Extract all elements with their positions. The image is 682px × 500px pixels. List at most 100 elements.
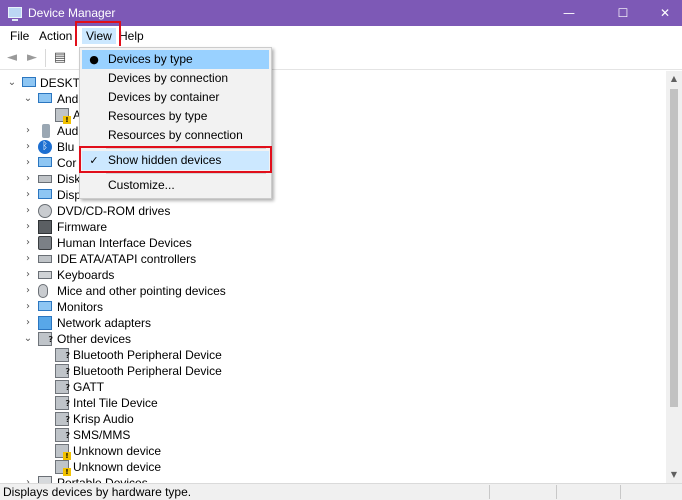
- tree-item-label: Disk: [57, 172, 81, 186]
- tree-item-label: Unknown device: [73, 444, 162, 458]
- chevron-right-icon[interactable]: ›: [23, 123, 33, 139]
- tree-category-dvd[interactable]: › DVD/CD-ROM drives: [0, 203, 300, 219]
- properties-icon[interactable]: ▤: [52, 50, 68, 66]
- minimize-button[interactable]: —: [546, 0, 592, 26]
- checkmark-icon: ✓: [89, 154, 99, 167]
- menu-option-resources-by-connection[interactable]: Resources by connection: [82, 126, 269, 145]
- tree-other-item[interactable]: GATT: [0, 379, 300, 396]
- chevron-right-icon[interactable]: ›: [23, 475, 33, 483]
- menu-option-label: Devices by connection: [108, 71, 229, 85]
- menu-option-devices-by-connection[interactable]: Devices by connection: [82, 69, 269, 88]
- scroll-down-icon[interactable]: ▼: [666, 467, 682, 483]
- tree-category-monitors[interactable]: › Monitors: [0, 299, 300, 315]
- tree-item-label: Mice and other pointing devices: [57, 284, 226, 298]
- audio-icon: [42, 124, 50, 138]
- chevron-right-icon[interactable]: ›: [23, 235, 33, 251]
- chevron-right-icon[interactable]: ›: [23, 187, 33, 203]
- maximize-button[interactable]: ☐: [600, 0, 646, 26]
- scroll-up-icon[interactable]: ▲: [666, 71, 682, 87]
- tree-category-other[interactable]: ⌄ Other devices: [0, 331, 300, 348]
- unknown-device-icon: [55, 412, 70, 428]
- tree-item-label: Aud: [57, 124, 79, 138]
- device-manager-icon: [8, 7, 22, 21]
- chevron-right-icon[interactable]: ›: [23, 251, 33, 267]
- back-arrow-icon[interactable]: ◄: [4, 50, 20, 66]
- tree-other-item[interactable]: Krisp Audio: [0, 411, 300, 428]
- tree-item-label: Other devices: [57, 332, 132, 346]
- tree-item-label: IDE ATA/ATAPI controllers: [57, 252, 197, 266]
- chevron-right-icon[interactable]: ›: [23, 171, 33, 187]
- tree-category-portable[interactable]: › Portable Devices: [0, 475, 300, 483]
- tree-category-ide[interactable]: › IDE ATA/ATAPI controllers: [0, 251, 300, 267]
- radio-selected-icon: ●: [89, 53, 99, 66]
- scrollbar-thumb[interactable]: [670, 89, 678, 407]
- portable-device-icon: [38, 476, 52, 483]
- tree-item-label: Firmware: [57, 220, 107, 234]
- tree-category-firmware[interactable]: › Firmware: [0, 219, 300, 235]
- tree-item-label: Bluetooth Peripheral Device: [73, 348, 222, 362]
- chevron-right-icon[interactable]: ›: [23, 139, 33, 155]
- tree-category-network[interactable]: › Network adapters: [0, 315, 300, 331]
- menu-view[interactable]: View: [82, 28, 116, 44]
- menu-option-label: Devices by type: [108, 52, 193, 66]
- tree-other-item[interactable]: Intel Tile Device: [0, 395, 300, 412]
- menu-option-label: Resources by connection: [108, 128, 243, 142]
- mouse-icon: [38, 284, 48, 298]
- menu-option-label: Resources by type: [108, 109, 208, 123]
- menu-option-label: Show hidden devices: [108, 153, 222, 167]
- tree-other-item[interactable]: Unknown device: [0, 443, 300, 460]
- menu-separator: [106, 173, 266, 174]
- network-adapter-icon: [38, 316, 52, 330]
- dvd-drive-icon: [38, 204, 52, 218]
- menu-option-show-hidden-devices[interactable]: ✓ Show hidden devices: [82, 151, 269, 170]
- menu-help[interactable]: Help: [115, 28, 148, 44]
- keyboard-icon: [38, 271, 52, 279]
- chevron-right-icon[interactable]: ›: [23, 203, 33, 219]
- menu-option-label: Devices by container: [108, 90, 220, 104]
- chevron-right-icon[interactable]: ›: [23, 219, 33, 235]
- menu-option-customize[interactable]: Customize...: [82, 176, 269, 195]
- status-separator: [556, 485, 557, 499]
- tree-item-label: DVD/CD-ROM drives: [57, 204, 171, 218]
- tree-item-label: Intel Tile Device: [73, 396, 158, 410]
- tree-item-label: Portable Devices: [57, 476, 148, 483]
- tree-category-mice[interactable]: › Mice and other pointing devices: [0, 283, 300, 299]
- menu-option-devices-by-type[interactable]: ● Devices by type: [82, 50, 269, 69]
- chevron-right-icon[interactable]: ›: [23, 315, 33, 331]
- menu-option-devices-by-container[interactable]: Devices by container: [82, 88, 269, 107]
- tree-category-keyboards[interactable]: › Keyboards: [0, 267, 300, 283]
- unknown-device-icon: [55, 364, 70, 380]
- tree-other-item[interactable]: Bluetooth Peripheral Device: [0, 363, 300, 380]
- forward-arrow-icon[interactable]: ►: [24, 50, 40, 66]
- chevron-down-icon[interactable]: ⌄: [23, 331, 33, 347]
- menu-file[interactable]: File: [6, 28, 33, 44]
- monitor-icon: [38, 301, 52, 311]
- chevron-right-icon[interactable]: ›: [23, 283, 33, 299]
- chevron-right-icon[interactable]: ›: [23, 299, 33, 315]
- tree-item-label: GATT: [73, 380, 105, 394]
- tree-other-item[interactable]: Bluetooth Peripheral Device: [0, 347, 300, 364]
- unknown-device-icon: [55, 396, 70, 412]
- warning-device-icon: [55, 108, 71, 124]
- tree-category-hid[interactable]: › Human Interface Devices: [0, 235, 300, 251]
- tree-other-item[interactable]: Unknown device: [0, 459, 300, 476]
- unknown-device-icon: [55, 428, 70, 444]
- chevron-down-icon[interactable]: ⌄: [23, 91, 33, 107]
- chevron-down-icon[interactable]: ⌄: [7, 75, 17, 91]
- menu-action[interactable]: Action: [35, 28, 76, 44]
- tree-item-label: Monitors: [57, 300, 104, 314]
- chevron-right-icon[interactable]: ›: [23, 155, 33, 171]
- menu-option-label: Customize...: [108, 178, 175, 192]
- computer-icon: [38, 157, 52, 167]
- close-button[interactable]: ✕: [642, 0, 682, 26]
- vertical-scrollbar[interactable]: ▲ ▼: [666, 71, 682, 483]
- chevron-right-icon[interactable]: ›: [23, 267, 33, 283]
- toolbar-separator: [45, 49, 46, 67]
- warning-device-icon: [55, 444, 71, 460]
- menu-separator: [106, 148, 266, 149]
- tree-item-label: Network adapters: [57, 316, 152, 330]
- menu-option-resources-by-type[interactable]: Resources by type: [82, 107, 269, 126]
- tree-item-label: Human Interface Devices: [57, 236, 192, 250]
- tree-other-item[interactable]: SMS/MMS: [0, 427, 300, 444]
- display-adapter-icon: [38, 189, 52, 199]
